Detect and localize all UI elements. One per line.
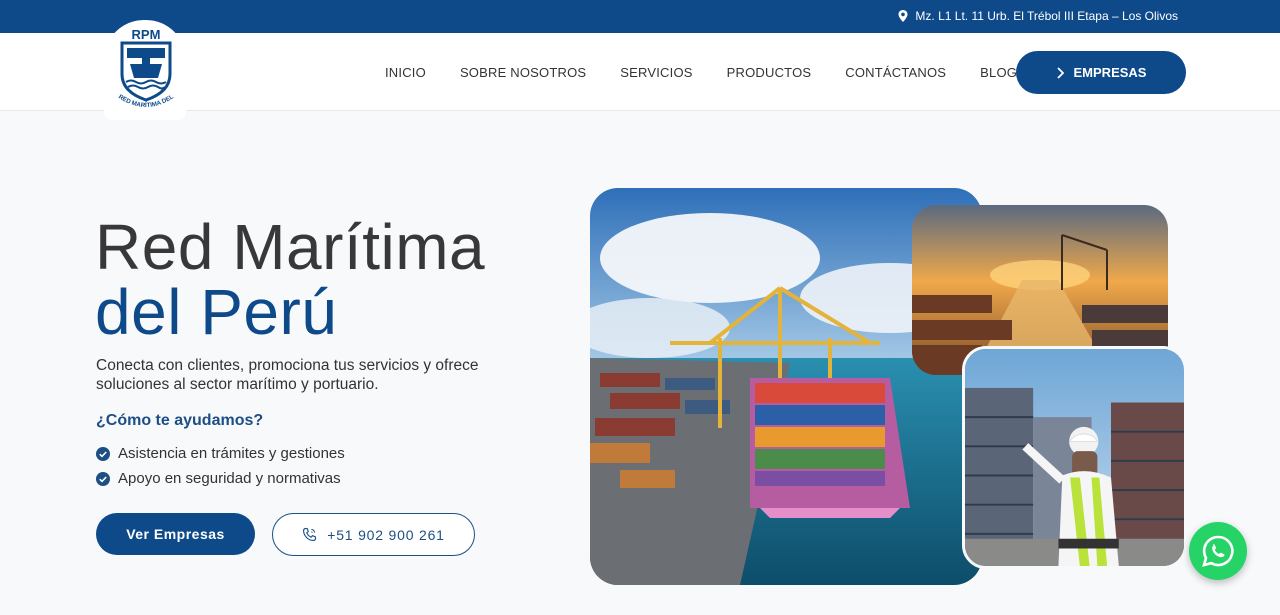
hero-title-line1: Red Marítima xyxy=(95,211,486,283)
help-title: ¿Cómo te ayudamos? xyxy=(96,412,264,429)
nav-blog[interactable]: BLOG xyxy=(980,65,1017,80)
ver-empresas-button[interactable]: Ver Empresas xyxy=(96,513,255,555)
phone-icon xyxy=(303,527,317,541)
help-list-item: Apoyo en seguridad y normativas xyxy=(96,466,345,491)
logo-abbr: RPM xyxy=(132,27,161,42)
help-item-text: Asistencia en trámites y gestiones xyxy=(118,445,345,462)
whatsapp-icon xyxy=(1202,535,1234,567)
help-list: Asistencia en trámites y gestiones Apoyo… xyxy=(96,441,345,491)
location-pin-icon xyxy=(898,10,908,22)
navbar: INICIO SOBRE NOSOTROS SERVICIOS PRODUCTO… xyxy=(0,33,1280,111)
nav-contactanos[interactable]: CONTÁCTANOS xyxy=(845,65,946,80)
whatsapp-button[interactable] xyxy=(1189,522,1247,580)
help-item-text: Apoyo en seguridad y normativas xyxy=(118,470,341,487)
chevron-right-icon xyxy=(1056,66,1064,79)
address-text: Mz. L1 Lt. 11 Urb. El Trébol III Etapa –… xyxy=(915,9,1178,23)
check-circle-icon xyxy=(96,446,110,461)
phone-number: +51 902 900 261 xyxy=(327,526,445,543)
top-bar: Mz. L1 Lt. 11 Urb. El Trébol III Etapa –… xyxy=(0,0,1280,33)
check-circle-icon xyxy=(96,471,110,486)
ver-empresas-label: Ver Empresas xyxy=(126,526,225,542)
nav-productos[interactable]: PRODUCTOS xyxy=(727,65,812,80)
empresas-button[interactable]: EMPRESAS xyxy=(1016,51,1186,94)
main-nav: INICIO SOBRE NOSOTROS SERVICIOS PRODUCTO… xyxy=(385,33,1051,111)
phone-button[interactable]: +51 902 900 261 xyxy=(272,513,475,556)
worker-containers-image xyxy=(962,346,1187,569)
nav-servicios[interactable]: SERVICIOS xyxy=(620,65,692,80)
nav-inicio[interactable]: INICIO xyxy=(385,65,426,80)
help-list-item: Asistencia en trámites y gestiones xyxy=(96,441,345,466)
hero-title-line2: del Perú xyxy=(95,276,338,348)
empresas-button-label: EMPRESAS xyxy=(1073,65,1147,80)
site-logo[interactable]: RPM RED MARÍTIMA DEL PERÚ xyxy=(104,20,186,120)
nav-sobre-nosotros[interactable]: SOBRE NOSOTROS xyxy=(460,65,586,80)
hero-description: Conecta con clientes, promociona tus ser… xyxy=(96,357,479,393)
address: Mz. L1 Lt. 11 Urb. El Trébol III Etapa –… xyxy=(898,9,1178,23)
